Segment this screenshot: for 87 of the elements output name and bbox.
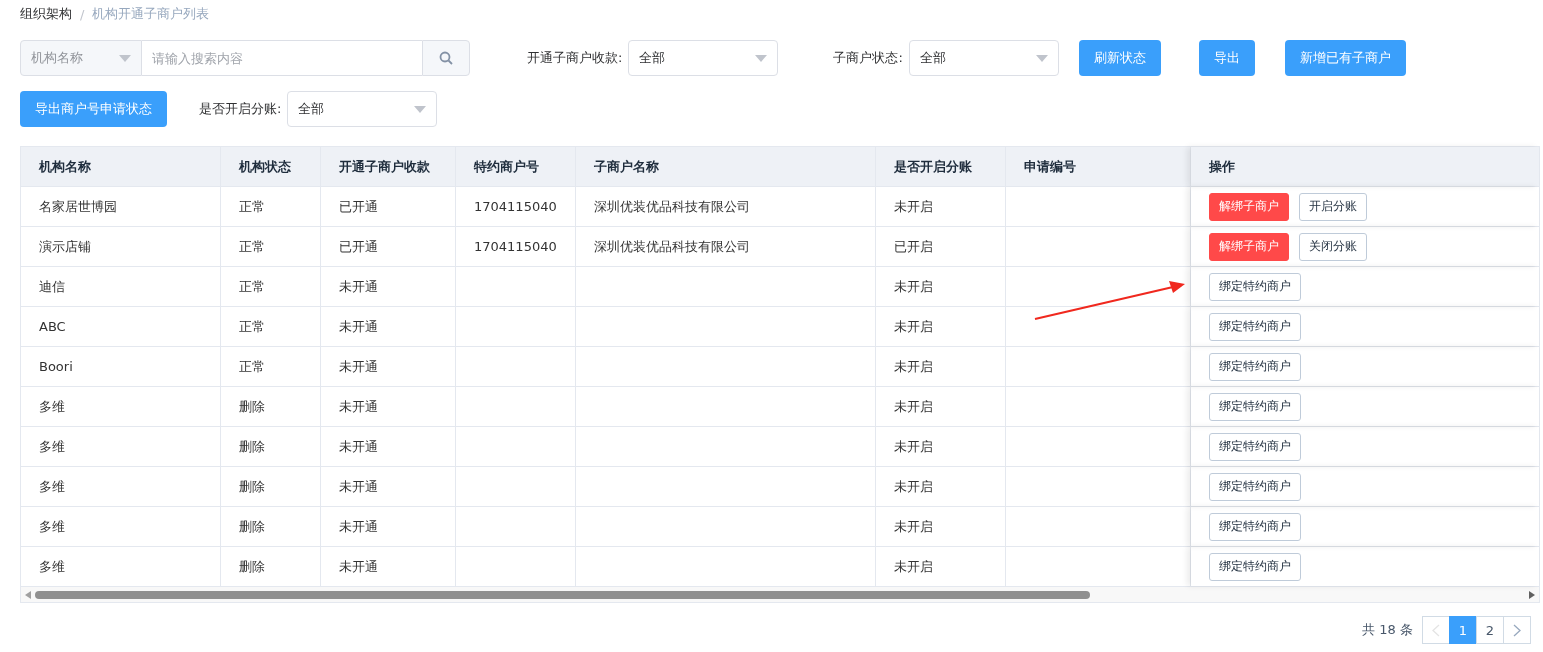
table-cell: 已开启 [894,237,933,256]
table-cell: 1704115040 [474,199,557,214]
table-cell: 深圳优装优品科技有限公司 [594,237,750,256]
scroll-left-icon[interactable] [25,590,31,599]
table-cell: 未开通 [339,437,378,456]
chevron-left-icon [1432,623,1440,637]
table-cell: 名家居世博园 [39,197,117,216]
breadcrumb-separator: / [80,6,85,22]
table-cell: 未开启 [894,197,933,216]
caret-icon [119,54,131,62]
table-cell: 1704115040 [474,239,557,254]
column-header: 特约商户号 [456,147,576,186]
table-cell: 演示店铺 [39,237,91,256]
search-icon [439,51,453,65]
table-cell: 多维 [39,437,65,456]
filter-label: 开通子商户收款: [527,49,623,67]
table-cell: 正常 [239,197,265,216]
table-cell: 迪信 [39,277,65,296]
action-button[interactable]: 绑定特约商户 [1209,312,1301,341]
column-header: 子商户名称 [576,147,876,186]
action-button[interactable]: 绑定特约商户 [1209,392,1301,421]
action-button[interactable]: 关闭分账 [1299,232,1367,261]
search-button[interactable] [422,40,470,76]
table-cell: 删除 [239,397,265,416]
table-cell: 删除 [239,437,265,456]
total-count: 共 18 条 [1362,621,1413,639]
column-header: 机构状态 [221,147,321,186]
action-button[interactable]: 绑定特约商户 [1209,472,1301,501]
table-cell: 未开通 [339,477,378,496]
scroll-right-icon[interactable] [1529,590,1535,599]
filter-label: 是否开启分账: [199,100,282,118]
column-header: 操作 [1191,147,1539,186]
table-cell: 多维 [39,477,65,496]
table-cell: 正常 [239,357,265,376]
filter-label: 子商户状态: [833,49,903,67]
table-cell: 未开通 [339,357,378,376]
horizontal-scrollbar[interactable] [21,587,1539,602]
table-cell: 未开启 [894,317,933,336]
table-cell: 已开通 [339,237,378,256]
table-cell: 已开通 [339,197,378,216]
table-cell: 未开通 [339,277,378,296]
column-header: 申请编号 [1006,147,1191,186]
table-cell: 删除 [239,477,265,496]
column-header: 开通子商户收款 [321,147,456,186]
table-cell: 正常 [239,277,265,296]
table-cell: 未开通 [339,557,378,576]
table-cell: 深圳优装优品科技有限公司 [594,197,750,216]
action-button[interactable]: 绑定特约商户 [1209,432,1301,461]
action-button[interactable]: 绑定特约商户 [1209,352,1301,381]
caret-icon [414,105,427,113]
table-cell: 正常 [239,317,265,336]
action-button[interactable]: 绑定特约商户 [1209,512,1301,541]
page-button[interactable]: 2 [1476,616,1504,644]
table-cell: 未开通 [339,317,378,336]
table-cell: 未开启 [894,477,933,496]
action-button[interactable]: 绑定特约商户 [1209,552,1301,581]
table-cell: 未开启 [894,437,933,456]
search-field[interactable]: 请输入搜索内容 [142,40,422,76]
filter-select[interactable]: 全部 [287,91,438,127]
chevron-right-icon [1513,623,1521,637]
caret-icon [1035,54,1048,62]
caret-icon [755,54,768,62]
table-cell: 未开启 [894,517,933,536]
table-cell: 未开启 [894,557,933,576]
next-page-button[interactable] [1503,616,1531,644]
table-cell: 多维 [39,517,65,536]
table-cell: 删除 [239,517,265,536]
action-button[interactable]: 绑定特约商户 [1209,272,1301,301]
column-header: 是否开启分账 [876,147,1006,186]
table-cell: 未开启 [894,277,933,296]
column-header: 机构名称 [21,147,221,186]
filter-select[interactable]: 全部 [628,40,779,76]
table-cell: 未开通 [339,517,378,536]
table-cell: 多维 [39,557,65,576]
scrollbar-thumb[interactable] [35,590,1090,599]
table-cell: 删除 [239,557,265,576]
table-cell: 多维 [39,397,65,416]
action-button[interactable]: 开启分账 [1299,192,1367,221]
table-cell: 正常 [239,237,265,256]
table-cell: 未开启 [894,357,933,376]
table-cell: ABC [39,319,66,334]
table-cell: Boori [39,359,73,374]
breadcrumb-item[interactable]: 组织架构 [20,5,72,23]
table-cell: 未开启 [894,397,933,416]
filter-select[interactable]: 全部 [908,40,1059,76]
breadcrumb-item: 机构开通子商户列表 [92,5,210,23]
table-cell: 未开通 [339,397,378,416]
